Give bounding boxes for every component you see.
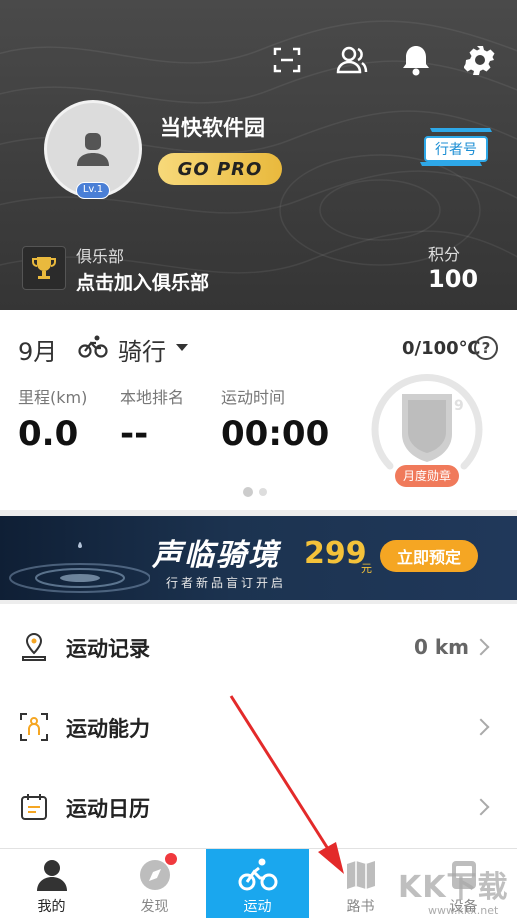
tab-label: 路书 [346,899,375,915]
profile-header: Lv.1 当快软件园 GO PRO 行者号 俱乐部 点击加入俱乐部 积分 100 [0,0,517,310]
svg-text:9: 9 [454,398,464,414]
tab-label: 运动 [243,899,272,915]
notification-dot [164,852,178,866]
promo-price: 299 [304,536,367,571]
go-pro-badge[interactable]: GO PRO [158,153,282,185]
promo-title: 声临骑境 [152,538,280,573]
scan-icon[interactable] [265,38,309,82]
points-label: 积分 [428,245,461,264]
page-dot-active [243,487,253,497]
xingzhe-id-label: 行者号 [424,136,488,162]
chevron-right-icon [472,798,490,816]
promo-banner[interactable]: 声临骑境 行者新品盲订开启 299 元 立即预定 [0,516,517,600]
dropdown-caret-icon[interactable] [176,344,188,351]
watermark: KK下载 [398,870,509,905]
person-focus-icon [20,713,48,741]
temperature-progress: 0/100℃ [402,338,481,359]
tab-mine[interactable]: 我的 [0,849,103,918]
bell-icon[interactable] [394,38,438,82]
trophy-icon[interactable] [22,246,66,290]
tab-label: 我的 [37,899,66,915]
map-book-icon [347,861,375,889]
promo-price-unit: 元 [361,562,372,575]
monthly-stats-card: 9月 骑行 0/100℃ ? 里程(km) 本地排名 运动时间 0.0 -- 0… [0,310,517,510]
username[interactable]: 当快软件园 [160,112,265,142]
club-label: 俱乐部 [76,247,125,266]
duration-value: 00:00 [221,414,330,454]
friends-icon[interactable] [330,38,374,82]
tab-route-book[interactable]: 路书 [309,849,412,918]
preorder-button[interactable]: 立即预定 [380,540,478,572]
help-icon[interactable]: ? [474,336,498,360]
chevron-right-icon [472,718,490,736]
menu-label: 运动日历 [66,797,150,821]
page-dot [259,488,267,496]
calendar-icon [21,794,47,820]
join-club-link[interactable]: 点击加入俱乐部 [76,268,209,295]
menu-item-ability[interactable]: 运动能力 [0,687,517,767]
monthly-medal-label: 月度勋章 [395,465,459,487]
xingzhe-id-tag[interactable]: 行者号 [418,126,494,170]
page-indicator [243,487,267,497]
promo-subtitle: 行者新品盲订开启 [166,576,287,590]
gear-icon[interactable] [458,38,502,82]
distance-label: 里程(km) [18,388,88,407]
menu-label: 运动能力 [66,717,150,741]
watermark-url: www.kkx.net [428,904,499,917]
tab-sport[interactable]: 运动 [206,849,309,918]
menu-list: 运动记录 0 km 运动能力 运动日历 [0,604,517,848]
person-icon [37,860,67,891]
points-value[interactable]: 100 [428,265,478,293]
cyclist-icon [238,858,278,891]
rank-value: -- [120,414,149,454]
water-drop-graphic [9,542,150,593]
menu-label: 运动记录 [66,637,150,661]
bicycle-icon [78,335,108,358]
user-silhouette-icon [77,133,109,166]
month-selector[interactable]: 9月 [18,332,57,367]
menu-value: 0 km [413,635,469,659]
tab-label: 发现 [140,899,169,915]
distance-value: 0.0 [18,414,79,454]
menu-item-calendar[interactable]: 运动日历 [0,767,517,847]
tab-discover[interactable]: 发现 [103,849,206,918]
chevron-right-icon [472,638,490,656]
location-record-icon [22,632,46,661]
rank-label: 本地排名 [120,388,185,407]
sport-type-dropdown[interactable]: 骑行 [118,332,166,367]
level-badge: Lv.1 [76,182,110,199]
menu-item-records[interactable]: 运动记录 0 km [0,607,517,687]
duration-label: 运动时间 [221,388,286,407]
